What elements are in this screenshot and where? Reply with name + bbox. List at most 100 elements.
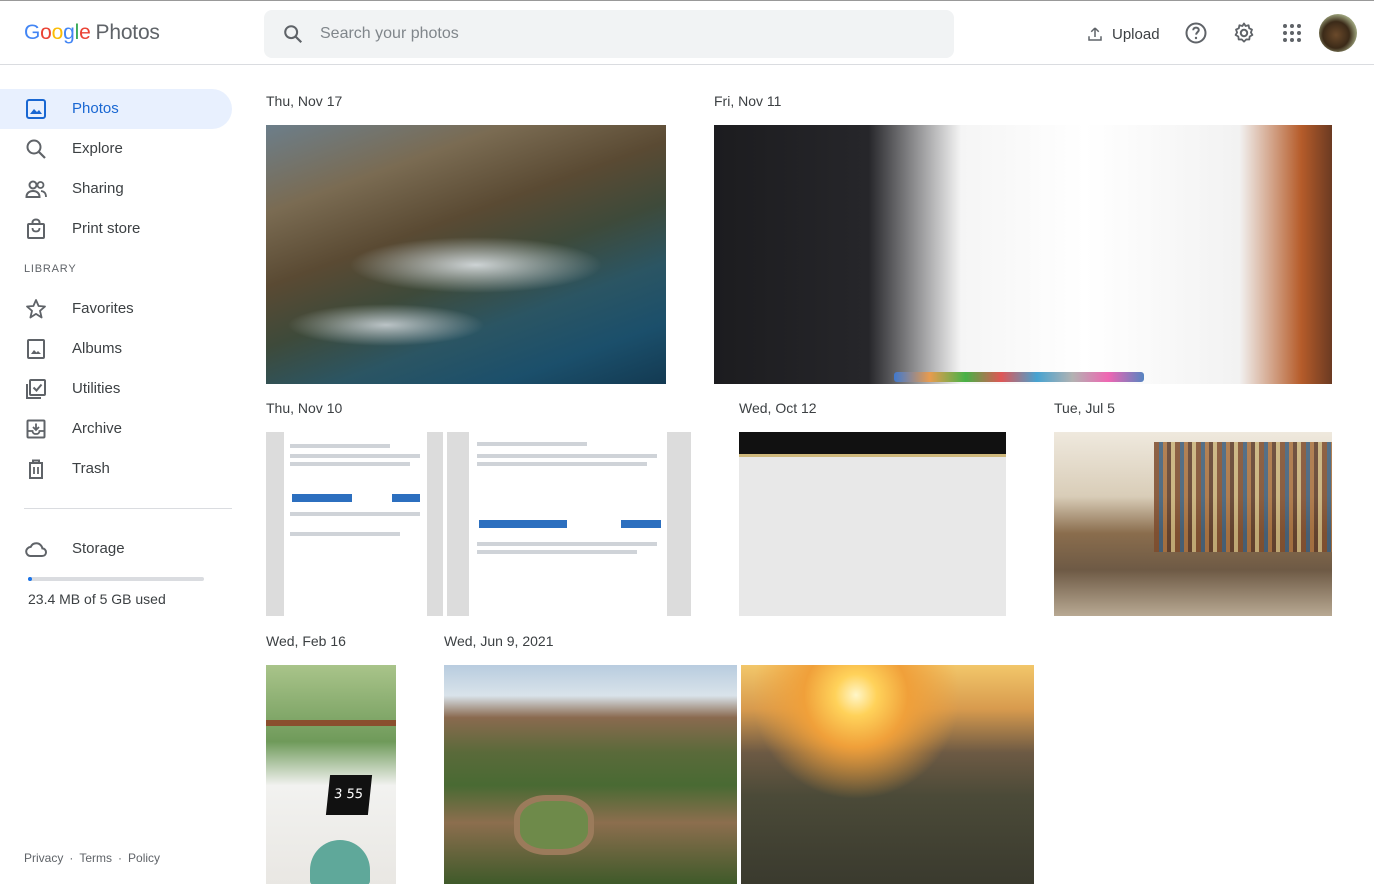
sidebar-item-label: Sharing — [72, 180, 124, 197]
button-graphic — [621, 520, 661, 528]
photo-thumbnail-document[interactable] — [447, 432, 691, 616]
photo-thumbnail-campus-aerial[interactable] — [444, 665, 737, 884]
google-photos-logo[interactable]: Google Photos — [24, 21, 160, 45]
site-header-graphic — [739, 432, 1006, 454]
album-icon — [27, 339, 45, 359]
sidebar-item-photos[interactable]: Photos — [0, 89, 232, 129]
sidebar-item-favorites[interactable]: Favorites — [0, 289, 232, 329]
railing-graphic — [266, 720, 396, 726]
upload-icon — [1088, 27, 1102, 41]
text-line — [477, 454, 657, 458]
storage-progress-bar — [28, 577, 204, 581]
text-line — [290, 532, 400, 536]
sidebar: Photos Explore Sharing Print store LIBRA… — [0, 65, 250, 886]
help-icon[interactable] — [1184, 21, 1208, 45]
laptop-graphic: 3 55 — [325, 775, 373, 815]
sidebar-item-label: Trash — [72, 460, 110, 477]
sidebar-item-label: Storage — [72, 540, 125, 557]
footer-links: Privacy · Terms · Policy — [24, 851, 160, 865]
sidebar-item-print-store[interactable]: Print store — [0, 209, 232, 249]
bag-icon — [27, 218, 45, 239]
footer-separator: · — [118, 851, 123, 865]
search-icon — [26, 139, 46, 159]
logo-letter: G — [24, 21, 41, 44]
terms-link[interactable]: Terms — [79, 851, 112, 865]
sidebar-item-trash[interactable]: Trash — [0, 449, 232, 489]
text-line — [290, 454, 420, 458]
gear-icon[interactable] — [1232, 21, 1256, 45]
sidebar-item-label: Explore — [72, 140, 123, 157]
text-line — [290, 444, 390, 448]
photo-thumbnail-desktop-screenshot[interactable] — [714, 125, 1332, 384]
text-line — [477, 550, 637, 554]
search-box[interactable] — [264, 10, 954, 58]
logo-letter: g — [63, 21, 75, 44]
date-header: Tue, Jul 5 — [1054, 400, 1115, 416]
photo-thumbnail-website-screenshot[interactable] — [739, 432, 1006, 616]
bookshelf-graphic — [1154, 442, 1332, 552]
sidebar-item-label: Favorites — [72, 300, 134, 317]
sidebar-item-albums[interactable]: Albums — [0, 329, 232, 369]
text-line — [290, 512, 420, 516]
photo-thumbnail-desk[interactable]: 3 55 — [266, 665, 396, 884]
text-line — [290, 462, 410, 466]
text-line — [477, 442, 587, 446]
sidebar-item-label: Utilities — [72, 380, 121, 397]
logo-product-name: Photos — [95, 21, 160, 44]
button-graphic — [392, 494, 420, 502]
storage-progress-fill — [28, 577, 32, 581]
upload-label: Upload — [1112, 25, 1160, 43]
utilities-icon — [26, 379, 46, 399]
document-sheet — [284, 432, 427, 616]
search-icon[interactable] — [282, 23, 304, 45]
sidebar-item-label: Albums — [72, 340, 123, 357]
button-graphic — [292, 494, 352, 502]
policy-link[interactable]: Policy — [128, 851, 160, 865]
top-bar: GooglePhotos Upload — [0, 0, 1374, 65]
site-header-stripe — [739, 454, 1006, 457]
stadium-graphic — [514, 795, 594, 855]
sidebar-item-storage[interactable]: Storage — [0, 529, 232, 569]
photo-thumbnail-coastline[interactable] — [266, 125, 666, 384]
text-line — [477, 542, 657, 546]
date-header: Wed, Jun 9, 2021 — [444, 633, 554, 649]
footer-separator: · — [69, 851, 74, 865]
sidebar-item-label: Print store — [72, 220, 141, 237]
apps-grid-icon[interactable] — [1280, 21, 1304, 45]
sidebar-item-utilities[interactable]: Utilities — [0, 369, 232, 409]
date-header: Thu, Nov 10 — [266, 400, 343, 416]
clock-text: 3 55 — [333, 787, 364, 802]
logo-letter: o — [40, 21, 52, 44]
photo-thumbnail-library-people[interactable] — [1054, 432, 1332, 616]
text-line — [477, 462, 647, 466]
dock-graphic — [894, 372, 1144, 382]
date-header: Fri, Nov 11 — [714, 93, 782, 109]
logo-letter: e — [79, 21, 91, 44]
photo-thumbnail-campus-sunrise[interactable] — [741, 665, 1034, 884]
sidebar-item-label: Photos — [72, 100, 119, 117]
button-graphic — [479, 520, 567, 528]
sidebar-item-archive[interactable]: Archive — [0, 409, 232, 449]
upload-button[interactable]: Upload — [1086, 21, 1160, 47]
sidebar-item-explore[interactable]: Explore — [0, 129, 232, 169]
storage-usage-text: 23.4 MB of 5 GB used — [28, 591, 166, 607]
chair-graphic — [310, 840, 370, 884]
star-icon — [26, 299, 46, 319]
trash-icon — [29, 459, 43, 479]
date-header: Wed, Feb 16 — [266, 633, 346, 649]
logo-letter: o — [51, 21, 64, 44]
photo-icon — [26, 99, 46, 119]
avatar[interactable] — [1319, 14, 1357, 52]
sidebar-divider — [24, 508, 232, 509]
cloud-icon — [25, 542, 48, 557]
date-header: Wed, Oct 12 — [739, 400, 817, 416]
date-header: Thu, Nov 17 — [266, 93, 343, 109]
search-input[interactable] — [320, 20, 920, 48]
archive-icon — [26, 419, 46, 439]
sidebar-item-label: Archive — [72, 420, 123, 437]
privacy-link[interactable]: Privacy — [24, 851, 63, 865]
photo-thumbnail-document[interactable] — [266, 432, 443, 616]
sidebar-item-sharing[interactable]: Sharing — [0, 169, 232, 209]
people-icon — [25, 180, 47, 198]
library-section-title: LIBRARY — [24, 263, 77, 275]
